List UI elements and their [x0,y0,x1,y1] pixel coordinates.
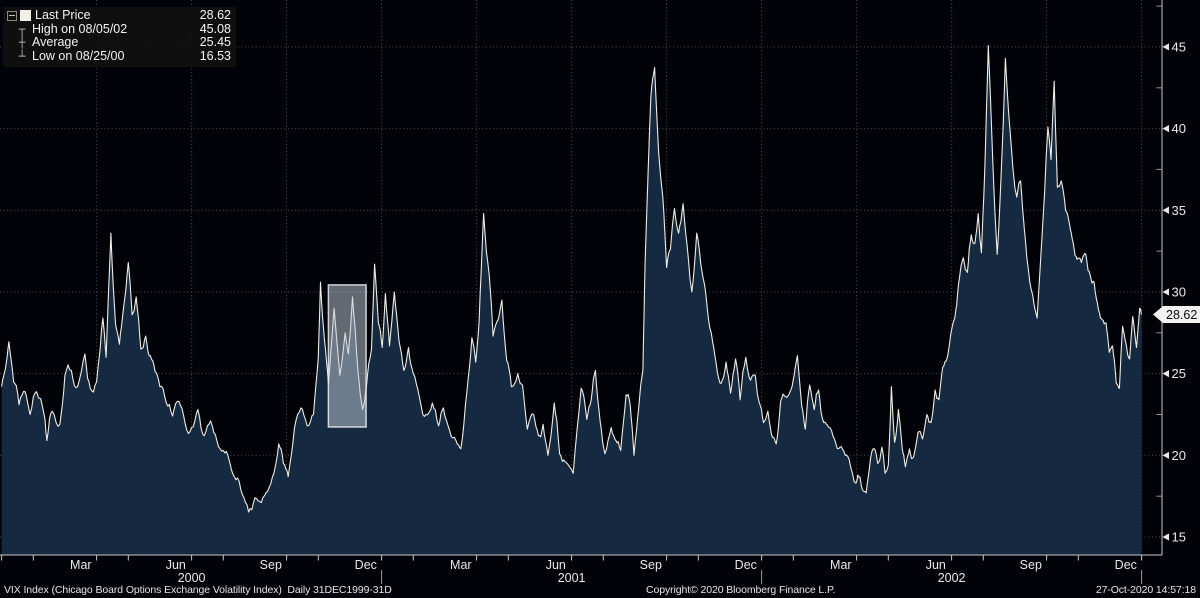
legend-label: Last Price [35,9,91,23]
y-tick-arrow-icon [1163,370,1170,377]
legend-value: 28.62 [200,9,231,23]
y-tick-arrow-icon [1163,207,1170,214]
y-tick-arrow-icon [1163,125,1170,132]
x-axis-month-label: Mar [450,558,472,572]
y-axis-label: 35 [1172,203,1186,218]
x-axis-month-label: Jun [546,558,566,572]
price-series [2,46,1142,555]
legend-row-high: ┬ High on 08/05/02 45.08 [3,23,236,37]
legend-value: 45.08 [200,23,231,37]
y-tick-arrow-icon [1163,288,1170,295]
area-fill [2,46,1142,555]
x-axis-month-label: Sep [640,558,662,572]
y-axis-labels: 45 40 35 30 25 20 15 [1157,6,1186,544]
footer-bar: VIX Index (Chicago Board Options Exchang… [0,583,1200,598]
legend-value: 16.53 [200,50,231,64]
average-marker-icon: ┼ [16,37,28,48]
low-marker-icon: ┴ [16,51,28,62]
copyright-text: Copyright© 2020 Bloomberg Finance L.P. [646,584,835,596]
bloomberg-terminal-screen: 45 40 35 30 25 20 15 28.62 Mar Jun Sep Dec Mar Jun Sep… [0,0,1200,598]
x-axis-month-label: Dec [735,558,757,572]
x-axis-month-label: Jun [926,558,946,572]
x-axis-month-label: Jun [166,558,186,572]
legend-label: Low on 08/25/00 [32,50,124,64]
x-axis-labels: MarJunSepDecMarJunSepDecMarJunSepDec2000… [2,555,1142,585]
legend-row-last-price: Last Price 28.62 [3,9,236,23]
y-tick-arrow-icon [1163,43,1170,50]
highlight-region[interactable] [328,285,366,427]
y-axis-label: 45 [1172,39,1186,54]
vix-price-chart[interactable]: 45 40 35 30 25 20 15 28.62 Mar Jun Sep Dec Mar Jun Sep… [0,0,1200,598]
legend-panel: Last Price 28.62 ┬ High on 08/05/02 45.0… [3,7,236,67]
legend-collapse-icon[interactable] [7,11,17,21]
y-axis-label: 40 [1172,121,1186,136]
y-tick-arrow-icon [1163,452,1170,459]
last-price-badge: 28.62 [1153,306,1200,323]
x-axis-month-label: Dec [1115,558,1137,572]
timestamp: 27-Oct-2020 14:57:18 [1096,584,1196,596]
x-axis-month-label: Dec [355,558,377,572]
legend-row-average: ┼ Average 25.45 [3,36,236,50]
last-price-marker-icon [20,10,31,21]
legend-label: High on 08/05/02 [32,23,127,37]
y-axis-label: 15 [1172,530,1186,545]
high-marker-icon: ┬ [16,24,28,35]
legend-row-low: ┴ Low on 08/25/00 16.53 [3,50,236,64]
last-price-badge-value: 28.62 [1166,308,1197,322]
legend-label: Average [32,36,78,50]
y-tick-arrow-icon [1163,533,1170,540]
y-axis-label: 20 [1172,448,1186,463]
y-axis-label: 30 [1172,284,1186,299]
x-axis-month-label: Sep [1020,558,1042,572]
security-description: VIX Index (Chicago Board Options Exchang… [4,584,392,596]
y-axis-label: 25 [1172,366,1186,381]
x-axis-month-label: Sep [260,558,282,572]
x-axis-month-label: Mar [70,558,92,572]
legend-value: 25.45 [200,36,231,50]
x-axis-month-label: Mar [830,558,852,572]
